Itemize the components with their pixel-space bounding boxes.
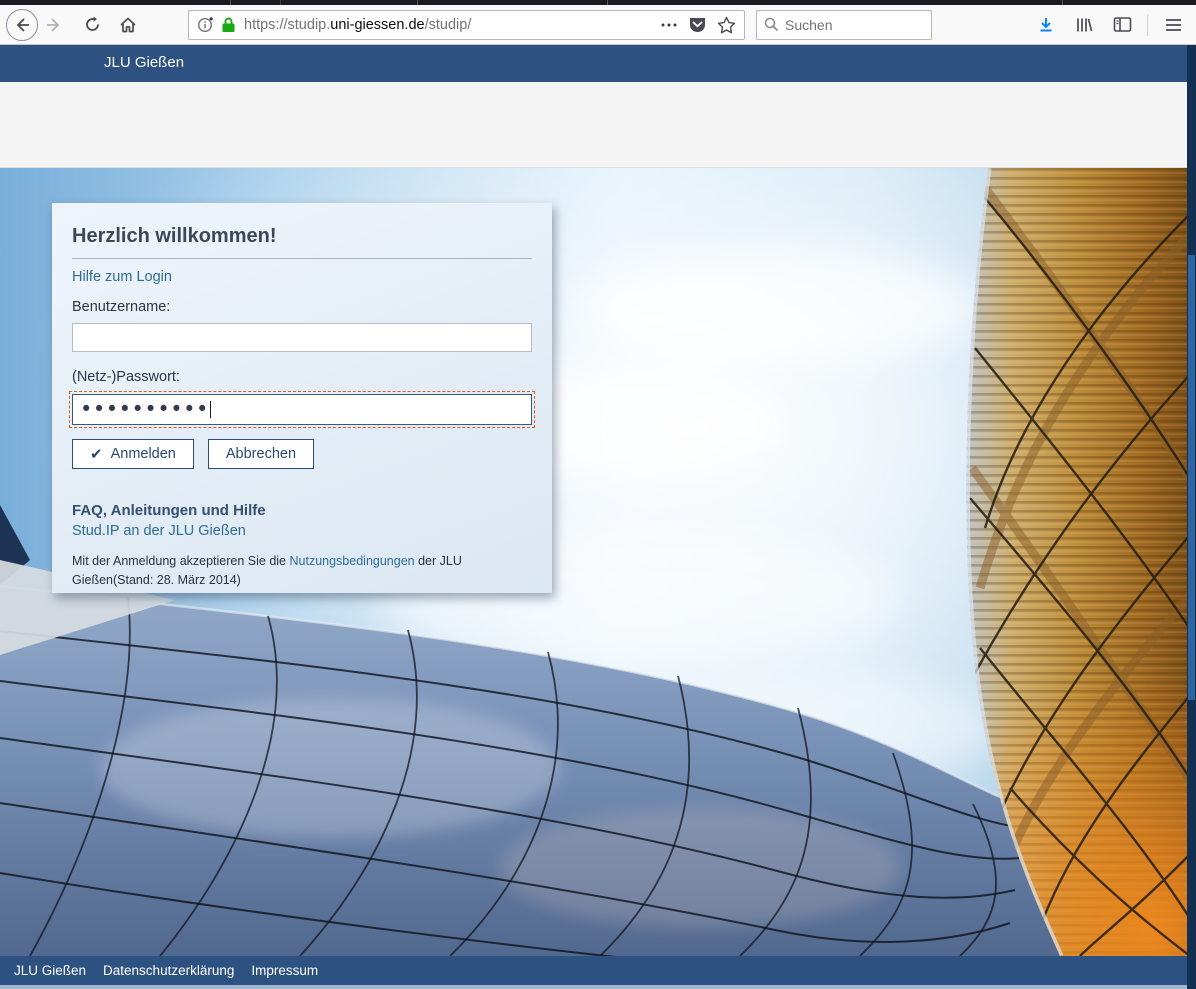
site-header: Stud.IP: [0, 82, 1196, 168]
url-bar[interactable]: https://studip.uni-giessen.de/studip/: [188, 10, 745, 40]
studip-jlu-link[interactable]: Stud.IP an der JLU Gießen: [72, 523, 532, 539]
username-label: Benutzername:: [72, 299, 532, 315]
login-help-link[interactable]: Hilfe zum Login: [72, 269, 172, 285]
welcome-heading: Herzlich willkommen!: [72, 225, 532, 248]
search-input[interactable]: [785, 17, 915, 33]
terms-link[interactable]: Nutzungsbedingungen: [290, 554, 415, 568]
login-cancel-button[interactable]: Abbrechen: [208, 439, 314, 469]
sidebar-icon: [1113, 16, 1132, 33]
library-button[interactable]: [1069, 10, 1099, 40]
firefox-window: https://studip.uni-giessen.de/studip/: [0, 0, 1196, 989]
card-divider: [72, 258, 532, 259]
toolbar-separator: [1147, 14, 1148, 36]
forward-button[interactable]: [38, 9, 70, 41]
sidebars-button[interactable]: [1107, 10, 1137, 40]
home-icon: [119, 16, 137, 34]
navigation-toolbar: https://studip.uni-giessen.de/studip/: [0, 5, 1196, 45]
back-arrow-icon: [13, 16, 31, 34]
login-submit-label: Anmelden: [111, 446, 176, 462]
page-actions-icon[interactable]: [660, 22, 678, 28]
reload-icon: [84, 16, 101, 33]
university-topbar: JLU Gießen: [0, 45, 1196, 82]
footer-link-datenschutz[interactable]: Datenschutzerklärung: [103, 963, 234, 978]
login-cancel-label: Abbrechen: [226, 446, 296, 462]
bookmark-star-icon[interactable]: [717, 16, 736, 34]
faq-link[interactable]: FAQ, Anleitungen und Hilfe: [72, 502, 532, 519]
site-info-icon[interactable]: [197, 16, 214, 33]
login-submit-button[interactable]: ✔ Anmelden: [72, 439, 194, 469]
terms-text: Mit der Anmeldung akzeptieren Sie die Nu…: [72, 552, 527, 591]
footer-link-jlu[interactable]: JLU Gießen: [14, 963, 86, 978]
password-label: (Netz-)Passwort:: [72, 369, 532, 385]
footer: JLU Gießen Datenschutzerklärung Impressu…: [0, 956, 1196, 985]
forward-arrow-icon: [45, 16, 63, 34]
reload-button[interactable]: [76, 9, 108, 41]
pocket-icon[interactable]: [688, 16, 707, 34]
username-input[interactable]: [72, 323, 532, 352]
url-text[interactable]: https://studip.uni-giessen.de/studip/: [244, 17, 660, 33]
page-scrollbar[interactable]: [1187, 45, 1196, 989]
home-button[interactable]: [112, 9, 144, 41]
login-card: Herzlich willkommen! Hilfe zum Login Ben…: [52, 203, 552, 593]
window-bottom-edge: [0, 985, 1196, 989]
back-button[interactable]: [6, 9, 38, 41]
download-icon: [1037, 16, 1055, 34]
search-box[interactable]: [756, 10, 932, 40]
menu-button[interactable]: [1158, 10, 1188, 40]
scrollbar-thumb[interactable]: [1188, 255, 1195, 700]
hamburger-icon: [1165, 18, 1182, 32]
lock-icon[interactable]: [221, 17, 236, 33]
login-page-body: Herzlich willkommen! Hilfe zum Login Ben…: [0, 168, 1196, 956]
password-input[interactable]: ••••••••••: [72, 394, 532, 425]
library-icon: [1075, 16, 1093, 34]
password-masked-value: ••••••••••: [80, 395, 209, 424]
text-caret: [210, 401, 212, 418]
university-topbar-title[interactable]: JLU Gießen: [104, 54, 184, 71]
checkmark-icon: ✔: [90, 445, 103, 463]
downloads-button[interactable]: [1031, 10, 1061, 40]
search-icon: [764, 17, 779, 32]
footer-link-impressum[interactable]: Impressum: [251, 963, 318, 978]
